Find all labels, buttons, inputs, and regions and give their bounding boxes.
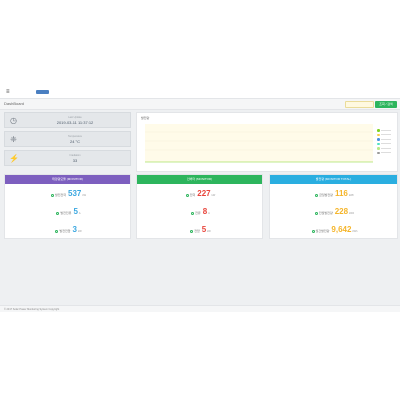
- stat-row: 전압 5 kW: [137, 225, 264, 237]
- stat-unit: kWh: [349, 212, 355, 215]
- panel-inverter: 인버터 (MONITOR) 전력 227 kW 전류 8 A 전압 5 kW: [136, 174, 263, 239]
- menu-icon[interactable]: ≡: [6, 89, 10, 95]
- stat-value: 5: [201, 225, 207, 234]
- date-select[interactable]: [345, 101, 374, 108]
- stat-label: 전압: [194, 229, 200, 233]
- stat-unit: kWh: [348, 194, 354, 197]
- logo[interactable]: [36, 90, 49, 94]
- info-value: 2019-03-11 11:37:12: [56, 120, 94, 125]
- stat-row: 발전전류 5 A: [5, 207, 132, 219]
- legend-label-placeholder: [380, 134, 391, 136]
- check-icon: [315, 193, 319, 197]
- check-icon: [50, 193, 54, 197]
- chart-svg: [145, 124, 373, 163]
- chart-panel: 발전량: [136, 112, 398, 172]
- chart-legend: [377, 128, 399, 155]
- app: ≡ DashBoard 조회 / 검색 ◷ Last Update 2019-0…: [0, 86, 400, 312]
- info-label: Last Update: [68, 116, 82, 119]
- check-icon: [314, 211, 318, 215]
- stat-unit: kW: [82, 194, 87, 197]
- chart-plot-area: [145, 124, 373, 162]
- legend-item[interactable]: [377, 151, 399, 156]
- stat-row: 발전전력 537 kW: [5, 189, 132, 201]
- stat-unit: kW: [207, 230, 211, 233]
- legend-swatch: [377, 129, 380, 132]
- stat-value: 227: [197, 189, 211, 198]
- stat-row: 전력 227 kW: [137, 189, 264, 201]
- info-value: 24 °C: [69, 139, 81, 144]
- stat-label: 발전전압: [59, 229, 71, 233]
- panel-module: 태양광모듈 (MONITOR) 발전전력 537 kW 발전전류 5 A 발전전…: [4, 174, 131, 239]
- stat-value: 537: [68, 189, 82, 198]
- stat-row: 전월발전량 228 kWh: [270, 207, 399, 219]
- footer: © 2017 Solar Power Monitoring System Cop…: [0, 305, 400, 312]
- stat-unit: A: [78, 212, 81, 215]
- legend-swatch: [377, 133, 380, 136]
- legend-label-placeholder: [380, 147, 391, 149]
- info-box-last-update: ◷ Last Update 2019-03-11 11:37:12: [4, 112, 131, 128]
- legend-label-placeholder: [380, 138, 391, 140]
- check-icon: [311, 229, 315, 233]
- stat-label: 발전전력: [54, 193, 67, 197]
- stat-label: 금일발전량: [319, 193, 333, 197]
- info-value: 33: [72, 158, 78, 163]
- legend-swatch: [377, 142, 380, 145]
- info-label: Temperature: [67, 135, 83, 138]
- top-bar: ≡: [0, 86, 400, 98]
- stat-unit: kW: [77, 230, 82, 233]
- legend-label-placeholder: [380, 152, 391, 154]
- stat-unit: A: [208, 212, 210, 215]
- stat-label: 전력: [189, 193, 196, 197]
- info-box-irradiation: ⚡ Irradiation 33: [4, 150, 131, 166]
- panel-header: 인버터 (MONITOR): [137, 175, 262, 184]
- check-icon: [56, 211, 60, 215]
- legend-label-placeholder: [380, 129, 391, 131]
- stat-unit: kWh: [352, 230, 358, 233]
- lightning-icon: ⚡: [9, 154, 19, 163]
- stat-row: 전류 8 A: [137, 207, 264, 219]
- legend-swatch: [377, 151, 380, 154]
- stat-unit: kW: [211, 194, 216, 197]
- check-icon: [191, 211, 195, 215]
- check-icon: [190, 229, 194, 233]
- search-button[interactable]: 조회 / 검색: [375, 101, 397, 108]
- stat-row: 금일발전량 116 kWh: [270, 189, 399, 201]
- info-box-temperature: ❈ Temperature 24 °C: [4, 131, 131, 147]
- info-label: Irradiation: [69, 154, 81, 157]
- stat-row: 발전전압 3 kW: [5, 225, 132, 237]
- legend-label-placeholder: [380, 143, 391, 145]
- page-title: DashBoard: [4, 101, 25, 106]
- title-bar: DashBoard 조회 / 검색: [0, 98, 400, 110]
- stat-row: 월간발전량 9,642 kWh: [270, 225, 399, 237]
- stat-label: 월간발전량: [315, 229, 330, 233]
- stat-value: 5: [73, 207, 78, 216]
- check-icon: [185, 193, 189, 197]
- stat-value: 228: [334, 207, 349, 216]
- panel-header: 태양광모듈 (MONITOR): [5, 175, 130, 184]
- panel-generation: 발전량 (MONITOR TOTAL) 금일발전량 116 kWh 전월발전량 …: [269, 174, 398, 239]
- stat-label: 전월발전량: [318, 211, 333, 215]
- legend-swatch: [377, 147, 380, 150]
- check-icon: [55, 229, 59, 233]
- thermometer-icon: ❈: [10, 135, 17, 144]
- stat-label: 전류: [195, 211, 201, 215]
- clock-icon: ◷: [10, 116, 17, 125]
- panel-header: 발전량 (MONITOR TOTAL): [270, 175, 397, 184]
- stat-value: 116: [334, 189, 348, 198]
- stat-value: 8: [202, 207, 208, 216]
- stat-value: 9,642: [331, 225, 352, 234]
- stat-value: 3: [72, 225, 77, 234]
- stat-label: 발전전류: [60, 211, 72, 215]
- footer-text: © 2017 Solar Power Monitoring System Cop…: [4, 308, 60, 311]
- legend-swatch: [377, 138, 380, 141]
